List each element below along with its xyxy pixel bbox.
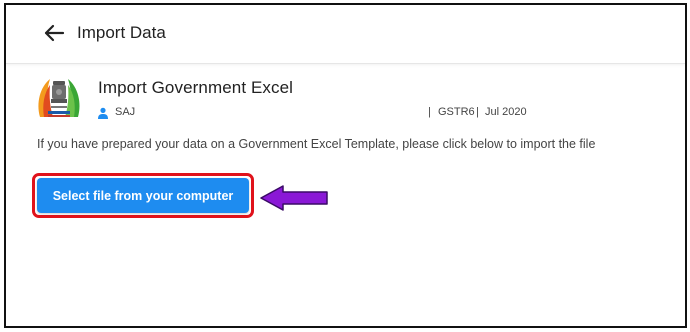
meta-separator-1: | [428,106,431,118]
user-name: SAJ [115,106,136,118]
return-period: Jul 2020 [485,106,527,118]
return-type: GSTR6 [438,106,475,118]
government-emblem-logo [38,79,80,117]
page-title: Import Data [77,23,166,42]
import-data-window: Import Data Import Government Excel SAJ … [4,3,687,328]
page-header: Import Data [6,5,685,64]
select-file-button[interactable]: Select file from your computer [37,178,249,213]
arrow-left-icon[interactable] [42,21,66,45]
meta-separator-2: | [476,106,479,118]
import-instructions: If you have prepared your data on a Gove… [37,137,596,151]
card-title: Import Government Excel [98,78,294,97]
person-icon [98,107,108,119]
pointer-arrow-annotation [260,185,328,211]
